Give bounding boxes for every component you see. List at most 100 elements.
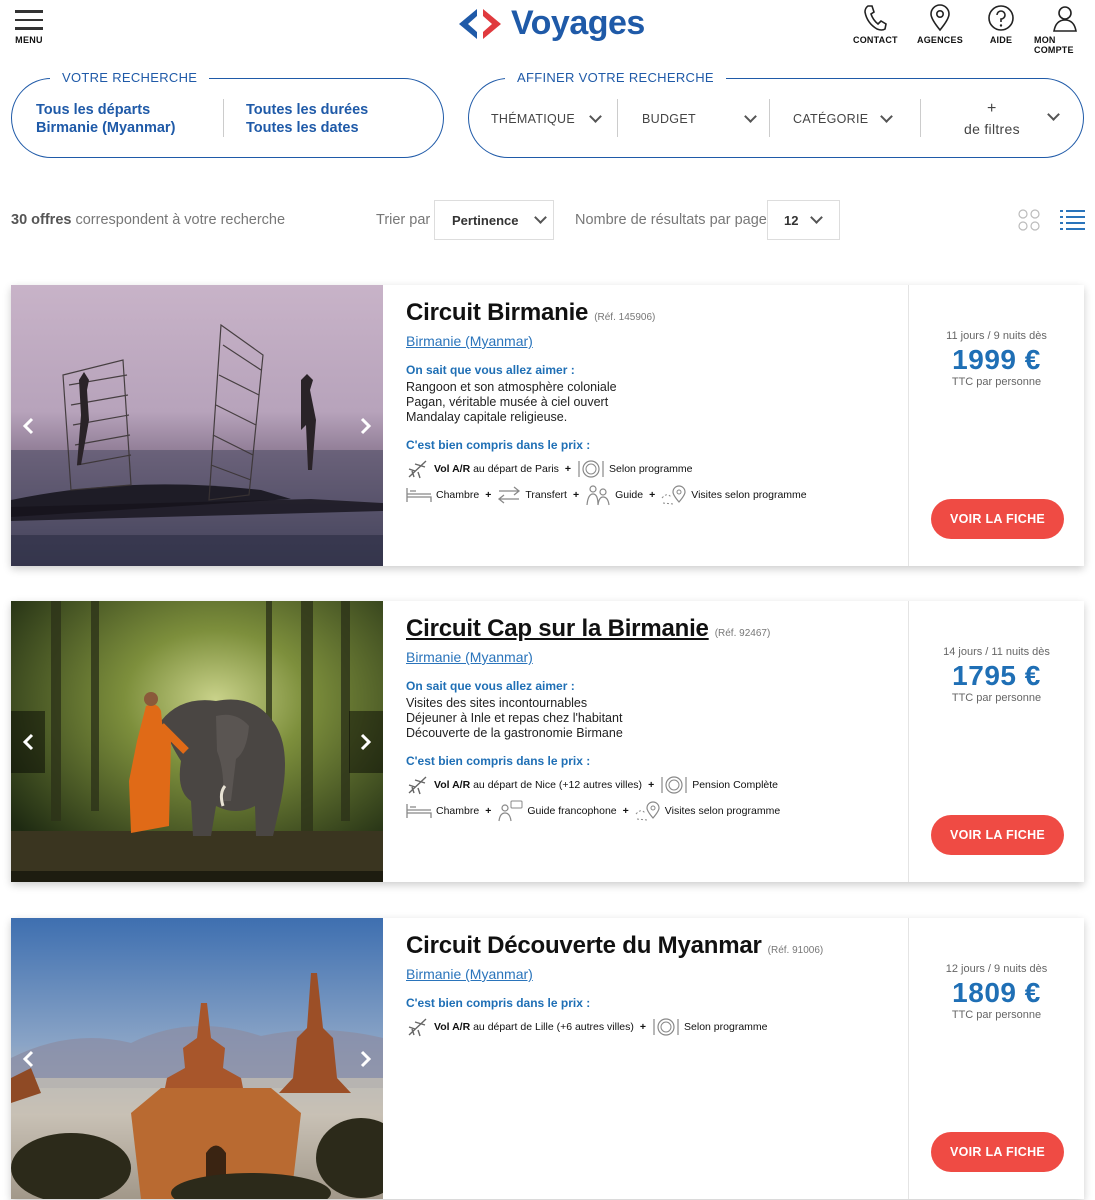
flight-label: Vol A/R	[434, 1021, 471, 1033]
bed-icon	[406, 488, 432, 502]
visits-label: Visites selon programme	[664, 805, 781, 817]
filter-thematique-label: THÉMATIQUE	[491, 112, 576, 126]
filter-categorie[interactable]: CATÉGORIE	[793, 79, 913, 159]
departures-value: Tous les départs	[36, 102, 151, 118]
divider	[920, 99, 921, 137]
menu-button[interactable]: MENU	[14, 8, 44, 45]
per-page-value: 12	[784, 212, 799, 228]
offer-location-link[interactable]: Birmanie (Myanmar)	[406, 333, 533, 349]
offer-image-monk-elephant[interactable]	[11, 601, 383, 882]
agences-label: AGENCES	[917, 35, 963, 45]
included-row: Vol A/R au départ de Nice (+12 autres vi…	[406, 772, 906, 798]
carrefour-voyages-logo[interactable]: Voyages	[455, 4, 645, 43]
carousel-next-button[interactable]	[349, 395, 383, 457]
visits-label: Visites selon programme	[691, 489, 807, 501]
highlight-item: Découverte de la gastronomie Birmane	[406, 726, 623, 740]
carousel-prev-button[interactable]	[11, 1028, 45, 1090]
included-title: C'est bien compris dans le prix :	[406, 996, 591, 1010]
voir-la-fiche-button[interactable]: VOIR LA FICHE	[931, 815, 1064, 855]
highlights-title: On sait que vous allez aimer :	[406, 679, 575, 693]
plane-icon	[408, 776, 427, 795]
menu-label: MENU	[15, 34, 43, 45]
room-label: Chambre	[436, 489, 480, 501]
divider	[223, 99, 224, 137]
filter-budget-label: BUDGET	[642, 112, 696, 126]
meal-label: Pension Complète	[692, 779, 779, 791]
filter-budget[interactable]: BUDGET	[642, 79, 760, 159]
offer-title[interactable]: Circuit Cap sur la Birmanie	[406, 615, 709, 642]
price-value: 1999 €	[952, 344, 1041, 375]
offer-location-link[interactable]: Birmanie (Myanmar)	[406, 966, 533, 982]
sort-select[interactable]: Pertinence	[434, 200, 554, 240]
included-row: Chambre + Transfert + Guide + Visites se…	[406, 482, 906, 508]
offer-ref: (Réf. 91006)	[767, 945, 824, 956]
divider	[769, 99, 770, 137]
list-view-icon[interactable]	[1060, 209, 1086, 231]
offer-details: Circuit Cap sur la Birmanie (Réf. 92467) …	[406, 615, 906, 824]
results-toolbar: 30 offres correspondent à votre recherch…	[0, 200, 1095, 240]
refine-search: AFFINER VOTRE RECHERCHE THÉMATIQUE BUDGE…	[468, 70, 1084, 159]
offer-details: Circuit Birmanie (Réf. 145906) Birmanie (…	[406, 299, 906, 508]
offer-location-link[interactable]: Birmanie (Myanmar)	[406, 649, 533, 665]
chevron-right-icon	[360, 733, 372, 750]
search-departures[interactable]: Tous les départs Birmanie (Myanmar)	[36, 101, 175, 137]
voir-la-fiche-button[interactable]: VOIR LA FICHE	[931, 499, 1064, 539]
filter-thematique[interactable]: THÉMATIQUE	[491, 79, 609, 159]
logo-text: Voyages	[511, 4, 645, 42]
carrefour-logo-icon	[459, 8, 501, 39]
price-note: TTC par personne	[951, 1009, 1042, 1021]
chevron-down-icon	[1047, 108, 1060, 121]
offer-photo	[11, 918, 383, 1199]
chevron-left-icon	[22, 1050, 34, 1067]
sort-label: Trier par	[376, 212, 431, 228]
offer-title-row: Circuit Birmanie (Réf. 145906)	[406, 299, 906, 327]
contact-link[interactable]: CONTACT	[853, 4, 898, 45]
mon-compte-link[interactable]: MON COMPTE	[1034, 4, 1095, 55]
results-count-suffix: correspondent à votre recherche	[75, 212, 286, 228]
offer-image-fishermen[interactable]	[11, 285, 383, 566]
meal-label: Selon programme	[609, 463, 693, 475]
grid-view-icon[interactable]	[1018, 209, 1040, 231]
price-note: TTC par personne	[951, 376, 1042, 388]
aide-link[interactable]: AIDE	[987, 4, 1015, 45]
more-filters-button[interactable]: + de filtres	[939, 79, 1069, 159]
offer-card: Circuit Birmanie (Réf. 145906) Birmanie (…	[11, 285, 1084, 566]
chevron-right-icon	[360, 417, 372, 434]
voir-la-fiche-button[interactable]: VOIR LA FICHE	[931, 1132, 1064, 1172]
duration-value: Toutes les durées	[246, 102, 369, 118]
visits-pin-icon	[635, 801, 660, 821]
search-durations[interactable]: Toutes les durées Toutes les dates	[246, 101, 368, 137]
carousel-next-button[interactable]	[349, 710, 383, 773]
offer-card: Circuit Cap sur la Birmanie (Réf. 92467) …	[11, 601, 1084, 882]
offer-title-row: Circuit Découverte du Myanmar (Réf. 91006…	[406, 932, 906, 960]
highlight-item: Mandalay capitale religieuse.	[406, 410, 568, 424]
plane-icon	[408, 460, 427, 479]
flight-label: Vol A/R	[434, 463, 471, 475]
price-value: 1795 €	[952, 660, 1041, 691]
highlights-list: Visites des sites incontournables Déjeun…	[406, 696, 906, 741]
chevron-down-icon	[744, 110, 757, 123]
included-row: Vol A/R au départ de Paris + Selon progr…	[406, 456, 906, 482]
carousel-next-button[interactable]	[349, 1028, 383, 1090]
offer-photo	[11, 285, 383, 566]
price-note: TTC par personne	[951, 692, 1042, 704]
carousel-prev-button[interactable]	[11, 395, 45, 457]
phone-icon	[864, 5, 888, 31]
offer-title[interactable]: Circuit Birmanie	[406, 299, 588, 326]
offer-image-bagan-temples[interactable]	[11, 918, 383, 1199]
search-summary[interactable]: VOTRE RECHERCHE Tous les départs Birmani…	[11, 70, 444, 158]
offer-title[interactable]: Circuit Découverte du Myanmar	[406, 932, 762, 959]
destination-value: Birmanie (Myanmar)	[36, 120, 176, 136]
carousel-prev-button[interactable]	[11, 710, 45, 773]
flight-detail: au départ de Nice (+12 autres villes)	[473, 779, 643, 791]
transfer-label: Transfert	[525, 489, 567, 501]
chevron-down-icon	[810, 211, 824, 224]
agences-link[interactable]: AGENCES	[917, 4, 963, 45]
site-header: MENU Voyages CONTACT AGENCES AIDE MON CO…	[0, 0, 1095, 60]
per-page-select[interactable]: 12	[767, 200, 840, 240]
chevron-down-icon	[534, 211, 548, 224]
duration-text: 12 jours / 9 nuits dès	[945, 963, 1048, 975]
search-title: VOTRE RECHERCHE	[50, 70, 210, 85]
price-value: 1809 €	[952, 977, 1041, 1008]
offer-ref: (Réf. 145906)	[594, 312, 656, 323]
